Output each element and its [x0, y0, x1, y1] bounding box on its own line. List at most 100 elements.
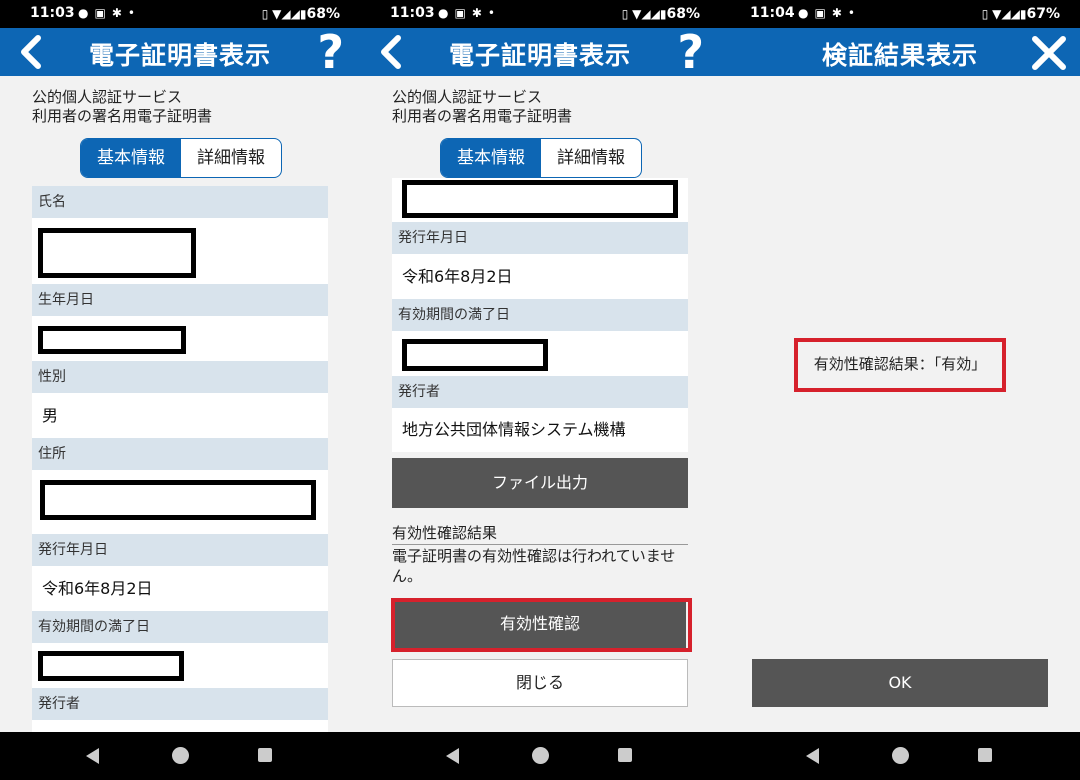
- system-nav-bar: [720, 732, 1080, 780]
- status-bar: 11:04 ●▣✱• ▯ ▼◢◢▮67%: [720, 0, 1080, 28]
- redaction-box: [402, 339, 548, 371]
- message-icon: ●: [798, 6, 815, 20]
- field-label-issuer: 発行者: [32, 688, 328, 720]
- field-label-issuer: 発行者: [392, 376, 688, 408]
- signal-icon: ◢: [1001, 7, 1011, 21]
- sim-icon: ▣: [94, 6, 112, 20]
- file-output-button[interactable]: ファイル出力: [392, 458, 688, 508]
- field-label-address: 住所: [32, 438, 328, 470]
- field-label-expiry-date: 有効期間の満了日: [392, 299, 688, 331]
- tab-detail-info[interactable]: 詳細情報: [181, 139, 281, 177]
- status-time: 11:03: [30, 5, 75, 21]
- page-title: 電子証明書表示: [448, 41, 631, 70]
- message-icon: ●: [438, 6, 455, 20]
- field-value-issue-date: 令和6年8月2日: [392, 254, 688, 299]
- field-value-address: [32, 470, 328, 534]
- nav-recents-icon[interactable]: [978, 748, 992, 762]
- vibrate-icon: ▯: [261, 7, 273, 21]
- validity-result-heading: 有効性確認結果: [392, 522, 688, 545]
- signal-icon: ◢: [281, 7, 291, 21]
- redaction-box: [38, 228, 196, 278]
- screen-verification-result: 11:04 ●▣✱• ▯ ▼◢◢▮67% 検証結果表示 有効性確認結果：「有効」…: [720, 0, 1080, 780]
- info-tabs: 基本情報 詳細情報: [80, 138, 282, 178]
- redaction-box: [402, 180, 678, 218]
- info-tabs: 基本情報 詳細情報: [440, 138, 642, 178]
- field-label-issue-date: 発行年月日: [392, 222, 688, 254]
- subtitle-line: 公的個人認証サービス: [392, 88, 543, 106]
- dot-icon: •: [487, 6, 501, 20]
- signal-icon: ◢: [641, 7, 651, 21]
- gear-icon: ✱: [471, 6, 488, 20]
- battery-percent: 68%: [666, 6, 700, 22]
- signal-icon: ◢: [650, 7, 660, 21]
- app-header: 検証結果表示: [720, 28, 1080, 76]
- nav-recents-icon[interactable]: [258, 748, 272, 762]
- field-label-name: 氏名: [32, 186, 328, 218]
- status-bar: 11:03 ●▣✱• ▯ ▼◢◢▮68%: [360, 0, 720, 28]
- close-button[interactable]: 閉じる: [392, 659, 688, 707]
- battery-percent: 68%: [306, 6, 340, 22]
- field-label-gender: 性別: [32, 361, 328, 393]
- signal-icon: ◢: [1010, 7, 1020, 21]
- nav-back-icon[interactable]: [446, 748, 459, 764]
- field-value-address: [392, 178, 688, 222]
- gear-icon: ✱: [111, 6, 128, 20]
- highlight-frame: [391, 598, 692, 652]
- certificate-fields: 発行年月日 令和6年8月2日 有効期間の満了日 発行者 地方公共団体情報システム…: [392, 178, 688, 458]
- validity-result-message: 電子証明書の有効性確認は行われていません。: [392, 547, 676, 585]
- redaction-box: [38, 651, 184, 681]
- subtitle-line: 公的個人認証サービス: [32, 88, 183, 106]
- gear-icon: ✱: [831, 6, 848, 20]
- nav-back-icon[interactable]: [86, 748, 99, 764]
- page-title: 電子証明書表示: [88, 41, 271, 70]
- help-icon[interactable]: ?: [677, 26, 704, 78]
- status-time: 11:04: [750, 5, 795, 21]
- help-icon[interactable]: ?: [317, 26, 344, 78]
- highlight-frame: [794, 338, 1006, 392]
- system-nav-bar: [360, 732, 720, 780]
- status-bar: 11:03 ●▣✱• ▯ ▼◢◢▮68%: [0, 0, 360, 28]
- vibrate-icon: ▯: [621, 7, 633, 21]
- certificate-subtitle: 公的個人認証サービス 利用者の署名用電子証明書: [392, 88, 572, 126]
- tab-basic-info[interactable]: 基本情報: [81, 139, 181, 177]
- status-time: 11:03: [390, 5, 435, 21]
- field-value-gender: 男: [32, 393, 328, 438]
- nav-back-icon[interactable]: [806, 748, 819, 764]
- sim-icon: ▣: [814, 6, 832, 20]
- sim-icon: ▣: [454, 6, 472, 20]
- field-value-issuer: 地方公共団体情報システム機構: [392, 408, 688, 452]
- nav-home-icon[interactable]: [172, 747, 189, 764]
- field-value-birthdate: [32, 316, 328, 361]
- tab-basic-info[interactable]: 基本情報: [441, 139, 541, 177]
- signal-icon: ◢: [290, 7, 300, 21]
- redaction-box: [40, 480, 316, 520]
- field-value-expiry-date: [392, 331, 688, 376]
- battery-percent: 67%: [1026, 6, 1060, 22]
- dot-icon: •: [847, 6, 861, 20]
- subtitle-line: 利用者の署名用電子証明書: [392, 107, 573, 125]
- nav-recents-icon[interactable]: [618, 748, 632, 762]
- message-icon: ●: [78, 6, 95, 20]
- page-title: 検証結果表示: [821, 41, 978, 70]
- field-value-expiry-date: [32, 643, 328, 688]
- vibrate-icon: ▯: [981, 7, 993, 21]
- ok-button[interactable]: OK: [752, 659, 1048, 707]
- screen-certificate-scrolled: 11:03 ●▣✱• ▯ ▼◢◢▮68% 電子証明書表示 ? 公的個人認証サービ…: [360, 0, 720, 780]
- system-nav-bar: [0, 732, 360, 780]
- app-header: 電子証明書表示 ?: [360, 26, 720, 78]
- close-icon[interactable]: [1030, 34, 1068, 72]
- nav-home-icon[interactable]: [892, 747, 909, 764]
- field-label-birthdate: 生年月日: [32, 284, 328, 316]
- field-label-expiry-date: 有効期間の満了日: [32, 611, 328, 643]
- field-value-issue-date: 令和6年8月2日: [32, 566, 328, 611]
- field-value-issuer: [32, 720, 328, 732]
- field-value-name: [32, 218, 328, 284]
- field-label-issue-date: 発行年月日: [32, 534, 328, 566]
- app-header: 電子証明書表示 ?: [0, 26, 360, 78]
- dot-icon: •: [127, 6, 141, 20]
- certificate-subtitle: 公的個人認証サービス 利用者の署名用電子証明書: [32, 88, 212, 126]
- nav-home-icon[interactable]: [532, 747, 549, 764]
- tab-detail-info[interactable]: 詳細情報: [541, 139, 641, 177]
- screen-certificate-basic-info: 11:03 ●▣✱• ▯ ▼◢◢▮68% 電子証明書表示 ? 公的個人認証サービ…: [0, 0, 360, 780]
- certificate-fields: 氏名 生年月日 性別 男 住所 発行年月日 令和6年8月2日 有効期間の満了日 …: [32, 186, 328, 732]
